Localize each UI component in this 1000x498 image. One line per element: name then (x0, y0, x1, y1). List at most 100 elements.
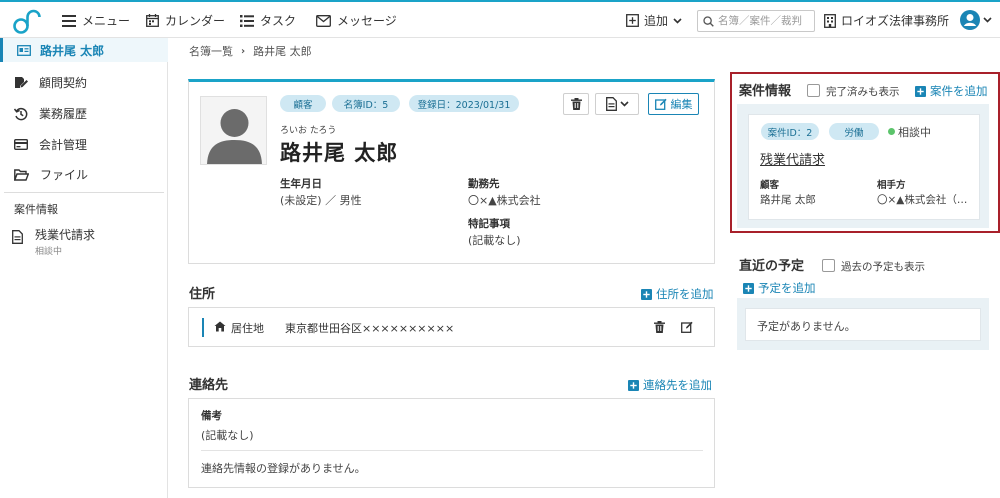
add-menu-button[interactable]: 追加 (626, 12, 682, 29)
show-completed-label: 完了済みも表示 (826, 86, 900, 98)
notes-value: (記載なし) (468, 234, 521, 247)
schedule-title: 直近の予定 (739, 259, 805, 274)
list-icon (240, 14, 254, 27)
nav-message[interactable]: メッセージ (316, 12, 397, 29)
document-menu-button[interactable] (595, 93, 639, 115)
add-case-button[interactable]: 案件を追加 (915, 83, 988, 99)
case-card[interactable]: 案件ID：2 労働 相談中 残業代請求 顧客 路井尾 太郎 相手方 〇×▲株式会… (748, 114, 980, 220)
person-name: 路井尾 太郎 (280, 141, 399, 165)
plus-square-icon (628, 379, 639, 391)
calendar-icon (146, 14, 159, 27)
tag-registered-date: 登録日：2023/01/31 (409, 95, 519, 112)
address-title: 住所 (189, 287, 216, 302)
sidebar-section-title: 案件情報 (14, 203, 58, 216)
sidebar-item-profile-label: 路井尾 太郎 (40, 43, 105, 58)
sidebar-item-history[interactable]: 業務履歴 (14, 105, 87, 122)
address-value: 東京都世田谷区×××××××××× (285, 322, 455, 335)
show-past-label: 過去の予定も表示 (841, 261, 925, 273)
remark-label: 備考 (201, 410, 222, 422)
add-menu-label: 追加 (644, 14, 669, 28)
breadcrumb-root[interactable]: 名簿一覧 (189, 43, 233, 59)
sidebar-item-label: 顧問契約 (39, 76, 88, 90)
mail-icon (316, 14, 331, 27)
user-circle-icon (960, 10, 980, 30)
address-row: 居住地 東京都世田谷区×××××××××× (188, 307, 715, 347)
search-icon (703, 15, 714, 27)
top-bar: メニュー カレンダー タスク メッセージ 追加 ロイオズ法律事務所 (0, 0, 1000, 38)
add-schedule-button[interactable]: 予定を追加 (743, 280, 816, 296)
hamburger-icon (62, 14, 76, 27)
sidebar-item-advisory[interactable]: 顧問契約 (14, 74, 87, 91)
nav-task[interactable]: タスク (240, 12, 296, 29)
sidebar-item-accounting[interactable]: 会計管理 (14, 136, 87, 153)
user-menu[interactable] (960, 10, 992, 30)
show-past-checkbox[interactable] (822, 259, 835, 272)
add-address-button[interactable]: 住所を追加 (641, 286, 714, 302)
birth-value: (未設定) ／ 男性 (280, 194, 362, 207)
nav-calendar[interactable]: カレンダー (146, 12, 225, 29)
building-icon (824, 13, 836, 28)
sidebar: 路井尾 太郎 顧問契約 業務履歴 会計管理 ファイル 案件情報 残業代請求 相談… (0, 38, 168, 498)
edit-button[interactable]: 編集 (648, 93, 699, 115)
remark-value: (記載なし) (201, 429, 254, 442)
edit-icon[interactable] (681, 321, 693, 333)
case-category-tag: 労働 (829, 123, 879, 140)
case-name-link[interactable]: 残業代請求 (760, 149, 825, 168)
trash-icon (570, 98, 582, 110)
name-kana: ろいお たろう (280, 126, 337, 136)
schedule-empty-message: 予定がありません。 (745, 308, 981, 341)
nav-message-label: メッセージ (337, 14, 397, 28)
trash-icon[interactable] (654, 321, 665, 333)
breadcrumb-current: 路井尾 太郎 (253, 45, 312, 58)
search-box (697, 10, 815, 32)
sidebar-item-case[interactable]: 残業代請求 相談中 (12, 226, 95, 257)
document-icon (12, 230, 23, 244)
case-id-tag: 案件ID：2 (761, 123, 819, 140)
sidebar-item-profile[interactable]: 路井尾 太郎 (0, 38, 168, 62)
status-dot-icon (888, 128, 895, 135)
address-type: 居住地 (231, 322, 264, 335)
case-panel-title: 案件情報 (739, 84, 792, 99)
add-schedule-label: 予定を追加 (758, 281, 816, 295)
chevron-down-icon (673, 17, 682, 24)
sidebar-item-label: ファイル (40, 168, 89, 182)
app-logo[interactable] (12, 7, 42, 35)
home-icon (214, 321, 226, 332)
delete-button[interactable] (563, 93, 589, 115)
add-contact-button[interactable]: 連絡先を追加 (628, 377, 712, 393)
plus-square-icon (915, 85, 926, 97)
breadcrumb-separator-icon: › (241, 45, 246, 57)
sidebar-item-label: 会計管理 (39, 138, 88, 152)
sidebar-case-title: 残業代請求 (35, 228, 96, 242)
workplace-label: 勤務先 (468, 178, 500, 190)
contact-title: 連絡先 (189, 378, 229, 393)
breadcrumb: 名簿一覧 › 路井尾 太郎 (189, 43, 312, 59)
sidebar-item-label: 業務履歴 (39, 107, 88, 121)
opponent-label: 相手方 (877, 180, 906, 191)
chevron-down-icon (983, 17, 992, 23)
opponent-value: 〇×▲株式会社（… (877, 194, 968, 206)
edit-button-label: 編集 (670, 98, 693, 111)
id-card-icon (17, 44, 31, 56)
plus-square-icon (743, 282, 754, 294)
search-input[interactable] (718, 15, 814, 27)
case-status: 相談中 (898, 126, 931, 139)
credit-card-icon (14, 139, 28, 150)
plus-square-icon (641, 288, 652, 300)
tag-client: 顧客 (280, 95, 326, 112)
nav-task-label: タスク (260, 14, 297, 28)
sidebar-item-files[interactable]: ファイル (14, 166, 88, 183)
client-value: 路井尾 太郎 (760, 194, 816, 206)
workplace-value: 〇×▲株式会社 (468, 194, 541, 207)
nav-menu-label: メニュー (82, 14, 131, 28)
show-completed-checkbox[interactable] (807, 84, 820, 97)
notes-label: 特記事項 (468, 218, 510, 230)
history-icon (14, 107, 28, 120)
folder-open-icon (14, 168, 29, 181)
nav-menu[interactable]: メニュー (62, 12, 130, 29)
office-switcher[interactable]: ロイオズ法律事務所 (824, 12, 949, 29)
address-accent-bar (202, 318, 204, 337)
sidebar-case-status: 相談中 (35, 247, 63, 257)
signature-icon (15, 77, 28, 88)
contact-empty-message: 連絡先情報の登録がありません。 (201, 462, 366, 475)
